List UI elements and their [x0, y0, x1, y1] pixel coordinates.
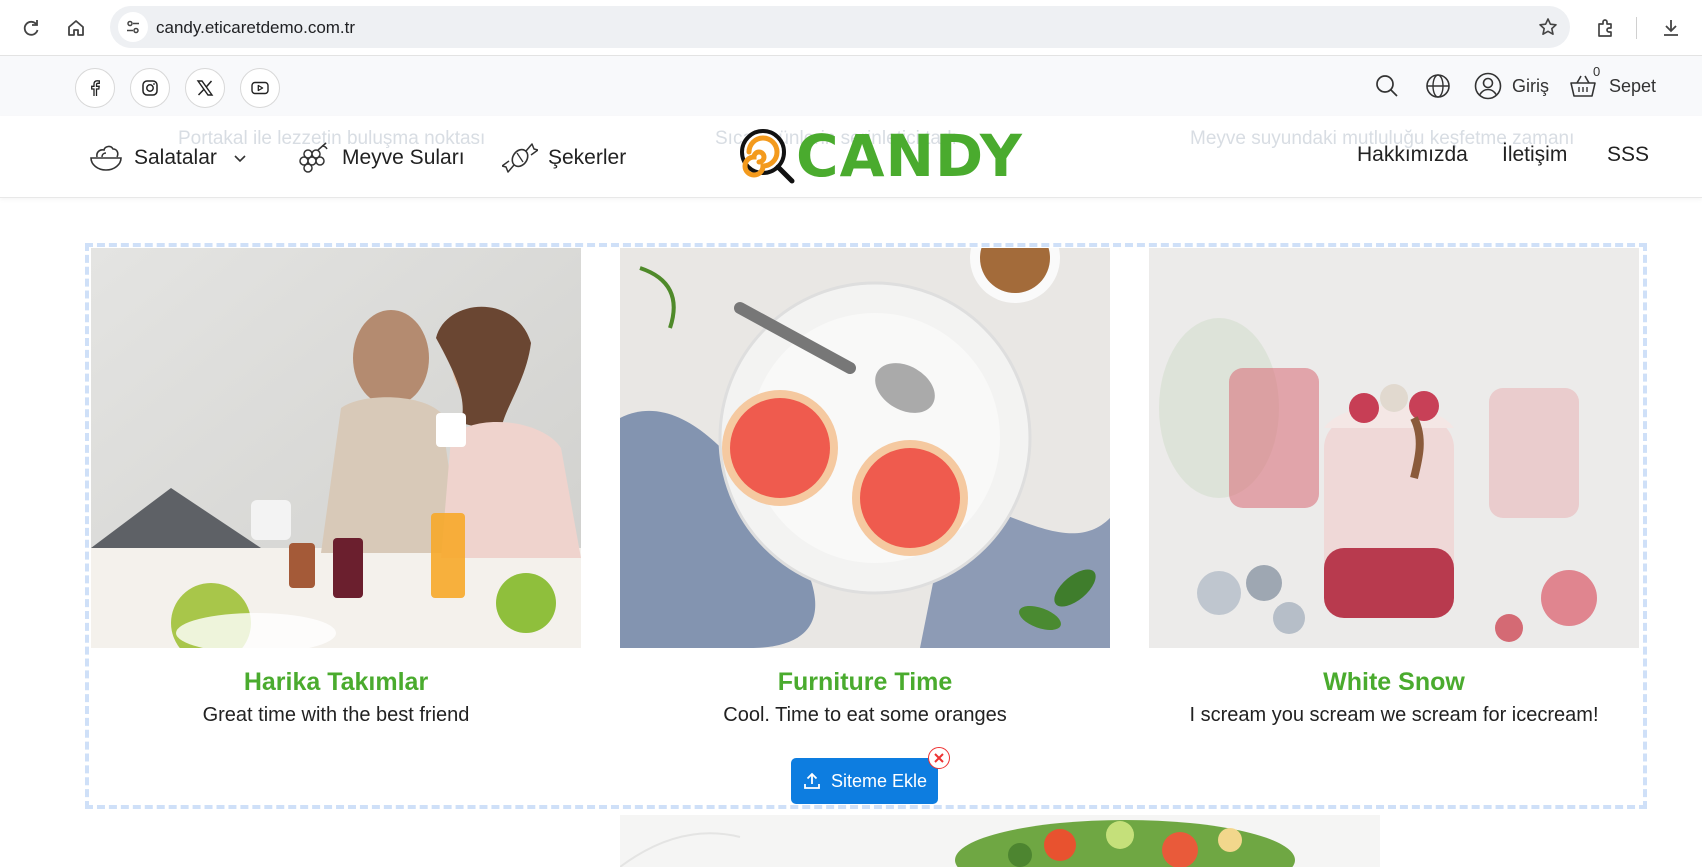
site-logo[interactable]: CANDY — [738, 122, 1023, 190]
card-title: White Snow — [1323, 668, 1465, 696]
card-subtitle: Cool. Time to eat some oranges — [723, 704, 1007, 726]
reload-icon[interactable] — [15, 12, 47, 44]
youtube-icon[interactable] — [240, 68, 280, 108]
grapes-icon — [299, 142, 328, 173]
close-icon[interactable] — [928, 747, 950, 769]
top-bar: Giriş 0 Sepet — [0, 56, 1702, 116]
instagram-icon[interactable] — [130, 68, 170, 108]
card-subtitle: Great time with the best friend — [202, 704, 470, 726]
site-info-icon[interactable] — [118, 12, 148, 42]
extensions-icon[interactable] — [1590, 12, 1622, 44]
facebook-icon[interactable] — [75, 68, 115, 108]
card-subtitle: I scream you scream we scream for icecre… — [1189, 704, 1599, 726]
logo-wordmark: CANDY — [796, 122, 1023, 190]
grapefruit-plate-image[interactable] — [620, 248, 1110, 648]
salad-bowl-icon — [90, 145, 122, 171]
url-text[interactable]: candy.eticaretdemo.com.tr — [156, 18, 355, 38]
card-title: Furniture Time — [777, 668, 953, 696]
nav-item-sekerler[interactable]: Şekerler — [502, 138, 626, 178]
nav-item-salatalar[interactable]: Salatalar — [88, 138, 247, 178]
bookmark-star-icon[interactable] — [1536, 15, 1560, 39]
cart-count-badge: 0 — [1593, 64, 1601, 79]
add-to-site-label: Siteme Ekle — [830, 770, 928, 791]
nav-link-iletisim[interactable]: İletişim — [1502, 143, 1567, 167]
main-navigation: Portakal ile lezzetin buluşma noktası Sı… — [0, 116, 1702, 198]
browser-toolbar: candy.eticaretdemo.com.tr — [0, 0, 1702, 56]
lollipop-logo-icon — [740, 129, 795, 184]
upload-icon — [804, 772, 820, 789]
card-title: Harika Takımlar — [243, 668, 429, 696]
couple-breakfast-image[interactable] — [91, 248, 581, 648]
nav-link-hakkimizda[interactable]: Hakkımızda — [1357, 143, 1468, 167]
nav-label-sekerler: Şekerler — [548, 146, 627, 169]
cart-link[interactable]: Sepet — [1609, 76, 1656, 97]
salad-partial-image — [620, 815, 1380, 867]
x-icon[interactable] — [185, 68, 225, 108]
toolbar-divider — [1636, 17, 1637, 39]
nav-label-salatalar: Salatalar — [134, 146, 217, 169]
download-icon[interactable] — [1655, 12, 1687, 44]
nav-label-meyve-sulari: Meyve Suları — [342, 146, 465, 169]
smoothie-jar-image[interactable] — [1149, 248, 1639, 648]
search-icon[interactable] — [1372, 71, 1402, 101]
address-bar[interactable]: candy.eticaretdemo.com.tr — [110, 6, 1570, 48]
nav-link-sss[interactable]: SSS — [1607, 143, 1649, 167]
home-icon[interactable] — [60, 12, 92, 44]
candy-icon — [502, 143, 538, 173]
user-icon[interactable] — [1473, 71, 1503, 101]
chevron-down-icon[interactable] — [233, 153, 247, 163]
language-globe-icon[interactable] — [1423, 71, 1453, 101]
login-link[interactable]: Giriş — [1512, 76, 1549, 97]
nav-item-meyve-sulari[interactable]: Meyve Suları — [296, 138, 465, 178]
add-to-site-button[interactable]: Siteme Ekle — [791, 758, 938, 804]
